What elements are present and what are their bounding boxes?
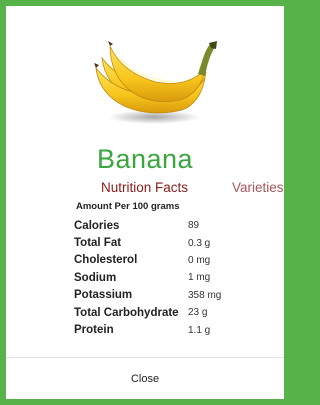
fact-value: 89: [188, 220, 200, 232]
fruit-title: Banana: [96, 144, 194, 174]
serving-size-label: Amount Per 100 grams: [76, 201, 180, 212]
fact-value: 1.1 g: [188, 324, 211, 336]
nutrition-facts-list: Calories 89 Total Fat 0.3 g Cholesterol …: [74, 217, 274, 339]
fact-name: Total Carbohydrate: [74, 306, 179, 319]
fact-value: 0 mg: [188, 254, 211, 266]
fact-row-total-carbohydrate: Total Carbohydrate 23 g: [74, 304, 274, 321]
fact-value: 0.3 g: [188, 237, 211, 249]
tab-nutrition-facts[interactable]: Nutrition Facts: [101, 180, 188, 195]
fact-name: Potassium: [74, 289, 133, 302]
fact-value: 1 mg: [188, 272, 211, 284]
fact-name: Cholesterol: [74, 254, 138, 267]
fact-name: Calories: [74, 219, 120, 232]
banana-image: [94, 41, 217, 124]
fact-name: Sodium: [74, 271, 117, 284]
fact-row-protein: Protein 1.1 g: [74, 321, 274, 338]
fact-name: Total Fat: [74, 237, 122, 250]
fact-row-total-fat: Total Fat 0.3 g: [74, 234, 274, 251]
fact-name: Protein: [74, 324, 114, 337]
fact-row-potassium: Potassium 358 mg: [74, 287, 274, 304]
fact-value: 358 mg: [188, 289, 222, 301]
fact-row-sodium: Sodium 1 mg: [74, 269, 274, 286]
fact-value: 23 g: [188, 307, 208, 319]
fact-row-cholesterol: Cholesterol 0 mg: [74, 252, 274, 269]
close-button[interactable]: Close: [6, 358, 284, 399]
fact-row-calories: Calories 89: [74, 217, 274, 234]
nutrition-dialog: Banana Nutrition Facts Varieties Amount …: [6, 6, 284, 399]
tab-varieties[interactable]: Varieties: [232, 180, 284, 195]
